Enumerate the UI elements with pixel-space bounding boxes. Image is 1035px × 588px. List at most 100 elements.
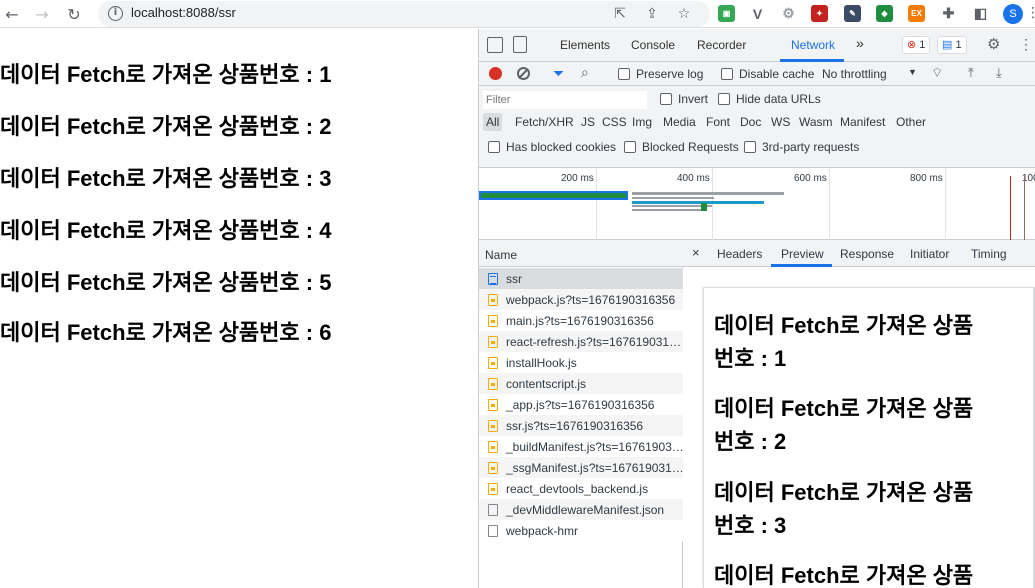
filter-input[interactable] [483, 91, 647, 109]
network-toolbar: ⏷ ⌕ Preserve log Disable cache No thrott… [479, 62, 1035, 86]
filter-type-all[interactable]: All [483, 113, 503, 131]
hide-data-urls-label: Hide data URLs [736, 92, 821, 106]
reload-icon[interactable]: ↻ [62, 2, 86, 26]
tab-console[interactable]: Console [631, 38, 675, 52]
request-row[interactable]: main.js?ts=1676190316356 [479, 310, 683, 331]
extension-shield-icon[interactable]: ◆ [876, 5, 893, 22]
blocked-requests-checkbox[interactable] [624, 141, 636, 153]
record-icon[interactable] [489, 67, 502, 80]
tab-headers[interactable]: Headers [717, 247, 762, 261]
device-toggle-icon[interactable] [513, 36, 527, 53]
request-row[interactable]: installHook.js [479, 352, 683, 373]
tab-response[interactable]: Response [840, 247, 894, 261]
profile-avatar[interactable]: S [1003, 4, 1023, 24]
throttling-select[interactable]: No throttling [822, 67, 887, 81]
script-icon [488, 294, 498, 306]
forward-arrow-icon[interactable]: → [30, 2, 54, 26]
preview-frame[interactable]: 데이터 Fetch로 가져온 상품 번호 : 1 데이터 Fetch로 가져온 … [703, 287, 1035, 588]
inspect-element-icon[interactable] [487, 37, 503, 53]
tab-initiator[interactable]: Initiator [910, 247, 949, 261]
chevron-down-icon[interactable]: ▼ [908, 67, 917, 77]
open-in-new-icon[interactable]: ⇱ [611, 5, 629, 23]
filter-type-ws[interactable]: WS [771, 115, 790, 129]
message-icon: ▤ [942, 39, 953, 51]
hide-data-urls-checkbox[interactable] [718, 93, 730, 105]
address-bar[interactable]: i localhost:8088/ssr ⇱ ⇪ ☆ [98, 1, 710, 27]
extension-feather-icon[interactable]: ✎ [844, 5, 861, 22]
back-arrow-icon[interactable]: ← [0, 2, 24, 26]
error-icon: ⊗ [907, 39, 917, 51]
timeline-bar [701, 203, 707, 211]
overview-tick: 800 ms [910, 173, 943, 184]
extensions-puzzle-icon[interactable]: ✚ [940, 5, 957, 22]
tab-recorder[interactable]: Recorder [697, 38, 746, 52]
third-party-checkbox[interactable] [744, 141, 756, 153]
devtools-menu-icon[interactable]: ⋮ [1019, 36, 1033, 53]
filter-type-wasm[interactable]: Wasm [799, 115, 833, 129]
filter-type-js[interactable]: JS [581, 115, 595, 129]
request-row[interactable]: _devMiddlewareManifest.json [479, 499, 683, 520]
request-row[interactable]: webpack.js?ts=1676190316356 [479, 289, 683, 310]
request-row[interactable]: _buildManifest.js?ts=16761903… [479, 436, 683, 457]
tab-network[interactable]: Network [791, 38, 835, 52]
bookmark-star-icon[interactable]: ☆ [675, 5, 693, 23]
share-icon[interactable]: ⇪ [643, 5, 661, 23]
request-row[interactable]: _app.js?ts=1676190316356 [479, 394, 683, 415]
filter-type-media[interactable]: Media [663, 115, 696, 129]
filter-type-manifest[interactable]: Manifest [840, 115, 885, 129]
request-name: installHook.js [506, 356, 577, 370]
request-row[interactable]: ssr.js?ts=1676190316356 [479, 415, 683, 436]
request-row[interactable]: react_devtools_backend.js [479, 478, 683, 499]
extension-gear-icon[interactable]: ⚙ [780, 5, 797, 22]
script-icon [488, 441, 498, 453]
request-row[interactable]: _ssgManifest.js?ts=167619031… [479, 457, 683, 478]
export-har-icon[interactable]: ⤓ [996, 65, 1002, 81]
import-har-icon[interactable]: ⤒ [968, 65, 974, 81]
request-name: _ssgManifest.js?ts=167619031… [506, 461, 683, 475]
name-column-header[interactable]: Name [479, 240, 683, 267]
url-text[interactable]: localhost:8088/ssr [131, 5, 236, 20]
blocked-requests-label: Blocked Requests [642, 140, 739, 154]
settings-gear-icon[interactable]: ⚙ [987, 35, 1000, 53]
blocked-cookies-checkbox[interactable] [488, 141, 500, 153]
extension-v-icon[interactable]: V [749, 5, 766, 22]
product-heading: 데이터 Fetch로 가져온 상품번호 : 6 [0, 320, 332, 345]
request-name: _buildManifest.js?ts=16761903… [506, 440, 683, 454]
request-row[interactable]: webpack-hmr [479, 520, 683, 541]
filter-funnel-icon[interactable]: ⏷ [553, 65, 564, 82]
network-conditions-icon[interactable]: ⌔ [931, 65, 943, 81]
network-overview[interactable]: 200 ms 400 ms 600 ms 800 ms 100 [479, 168, 1035, 240]
error-badge[interactable]: ⊗ 1 [902, 36, 931, 54]
script-icon [488, 420, 498, 432]
filter-type-doc[interactable]: Doc [740, 115, 761, 129]
search-icon[interactable]: ⌕ [581, 64, 589, 81]
site-info-icon[interactable]: i [108, 6, 123, 21]
request-row[interactable]: contentscript.js [479, 373, 683, 394]
tab-timing[interactable]: Timing [971, 247, 1007, 261]
extension-green-icon[interactable]: ▣ [718, 5, 735, 22]
timeline-bar [479, 191, 628, 200]
preview-heading: 데이터 Fetch로 가져온 상품 번호 : 1 [714, 313, 974, 371]
tab-elements[interactable]: Elements [560, 38, 610, 52]
preserve-log-checkbox[interactable] [618, 68, 630, 80]
filter-type-other[interactable]: Other [896, 115, 926, 129]
extension-red-icon[interactable]: ✦ [811, 5, 828, 22]
filter-type-img[interactable]: Img [632, 115, 652, 129]
request-row[interactable]: react-refresh.js?ts=167619031… [479, 331, 683, 352]
clear-icon[interactable] [517, 67, 530, 80]
menu-icon[interactable]: ⋮ [1026, 5, 1035, 21]
product-heading: 데이터 Fetch로 가져온 상품번호 : 2 [0, 114, 332, 139]
filter-type-css[interactable]: CSS [602, 115, 627, 129]
filter-type-fetch[interactable]: Fetch/XHR [515, 115, 574, 129]
request-row[interactable]: ssr [479, 268, 683, 289]
extension-ex-icon[interactable]: EX [908, 5, 925, 22]
close-icon[interactable]: × [692, 245, 700, 260]
side-panel-icon[interactable]: ◧ [972, 5, 989, 22]
message-badge[interactable]: ▤ 1 [937, 36, 967, 54]
filter-type-font[interactable]: Font [706, 115, 730, 129]
tab-preview[interactable]: Preview [781, 247, 824, 261]
invert-checkbox[interactable] [660, 93, 672, 105]
active-detail-indicator [771, 264, 832, 267]
disable-cache-checkbox[interactable] [721, 68, 733, 80]
more-tabs-icon[interactable]: » [856, 35, 864, 51]
